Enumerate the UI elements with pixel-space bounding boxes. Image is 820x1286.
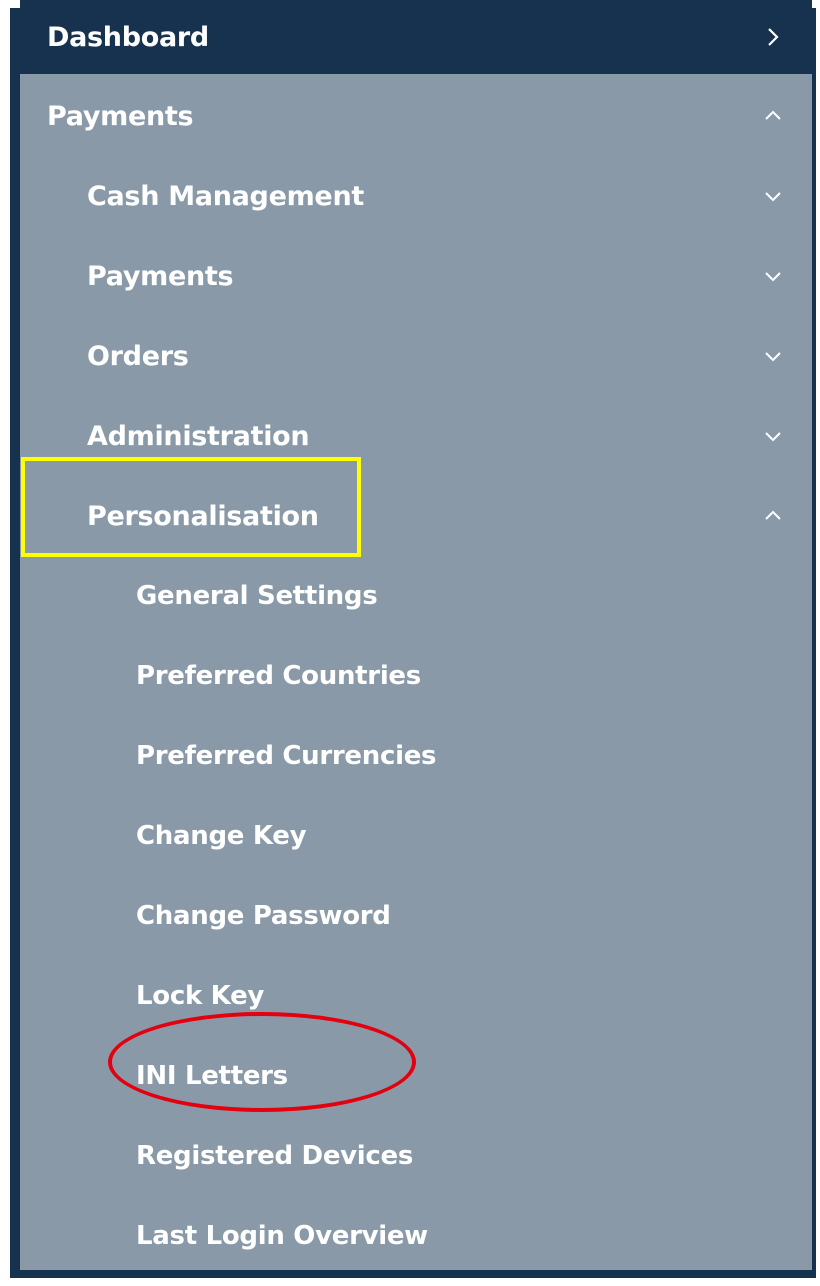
nav-item-dashboard[interactable]: Dashboard xyxy=(20,0,812,74)
nav-item-payments-sub[interactable]: Payments xyxy=(20,236,812,316)
nav-item-label: Orders xyxy=(87,340,189,372)
nav-item-label: Preferred Countries xyxy=(136,661,421,691)
nav-item-personalisation[interactable]: Personalisation xyxy=(20,476,812,556)
nav-item-label: Change Key xyxy=(136,821,307,851)
nav-item-label: INI Letters xyxy=(136,1061,288,1091)
nav-item-ini-letters[interactable]: INI Letters xyxy=(20,1036,812,1116)
nav-item-preferred-countries[interactable]: Preferred Countries xyxy=(20,636,812,716)
nav-item-label: Payments xyxy=(47,100,194,132)
nav-item-label: Payments xyxy=(87,260,234,292)
nav-item-label: Cash Management xyxy=(87,180,364,212)
nav-item-preferred-currencies[interactable]: Preferred Currencies xyxy=(20,716,812,796)
chevron-down-icon xyxy=(760,343,786,369)
sidebar-nav: Dashboard Payments Cash Management Payme… xyxy=(10,0,816,1278)
nav-item-general-settings[interactable]: General Settings xyxy=(20,556,812,636)
nav-item-last-login-overview[interactable]: Last Login Overview xyxy=(20,1196,812,1276)
nav-item-administration[interactable]: Administration xyxy=(20,396,812,476)
nav-item-label: Last Login Overview xyxy=(136,1221,428,1251)
nav-item-label: Lock Key xyxy=(136,981,265,1011)
nav-item-label: Change Password xyxy=(136,901,391,931)
nav-item-label: Personalisation xyxy=(87,500,319,532)
chevron-up-icon xyxy=(760,503,786,529)
chevron-down-icon xyxy=(760,263,786,289)
chevron-down-icon xyxy=(760,183,786,209)
chevron-right-icon xyxy=(760,24,786,50)
nav-item-cash-management[interactable]: Cash Management xyxy=(20,156,812,236)
nav-item-change-password[interactable]: Change Password xyxy=(20,876,812,956)
chevron-up-icon xyxy=(760,103,786,129)
chevron-down-icon xyxy=(760,423,786,449)
nav-item-label: Registered Devices xyxy=(136,1141,414,1171)
nav-item-registered-devices[interactable]: Registered Devices xyxy=(20,1116,812,1196)
nav-item-label: Dashboard xyxy=(47,21,209,53)
nav-item-change-key[interactable]: Change Key xyxy=(20,796,812,876)
nav-item-orders[interactable]: Orders xyxy=(20,316,812,396)
nav-item-payments[interactable]: Payments xyxy=(20,76,812,156)
nav-item-label: Preferred Currencies xyxy=(136,741,437,771)
nav-item-label: Administration xyxy=(87,420,310,452)
nav-item-lock-key[interactable]: Lock Key xyxy=(20,956,812,1036)
nav-item-label: General Settings xyxy=(136,581,378,611)
